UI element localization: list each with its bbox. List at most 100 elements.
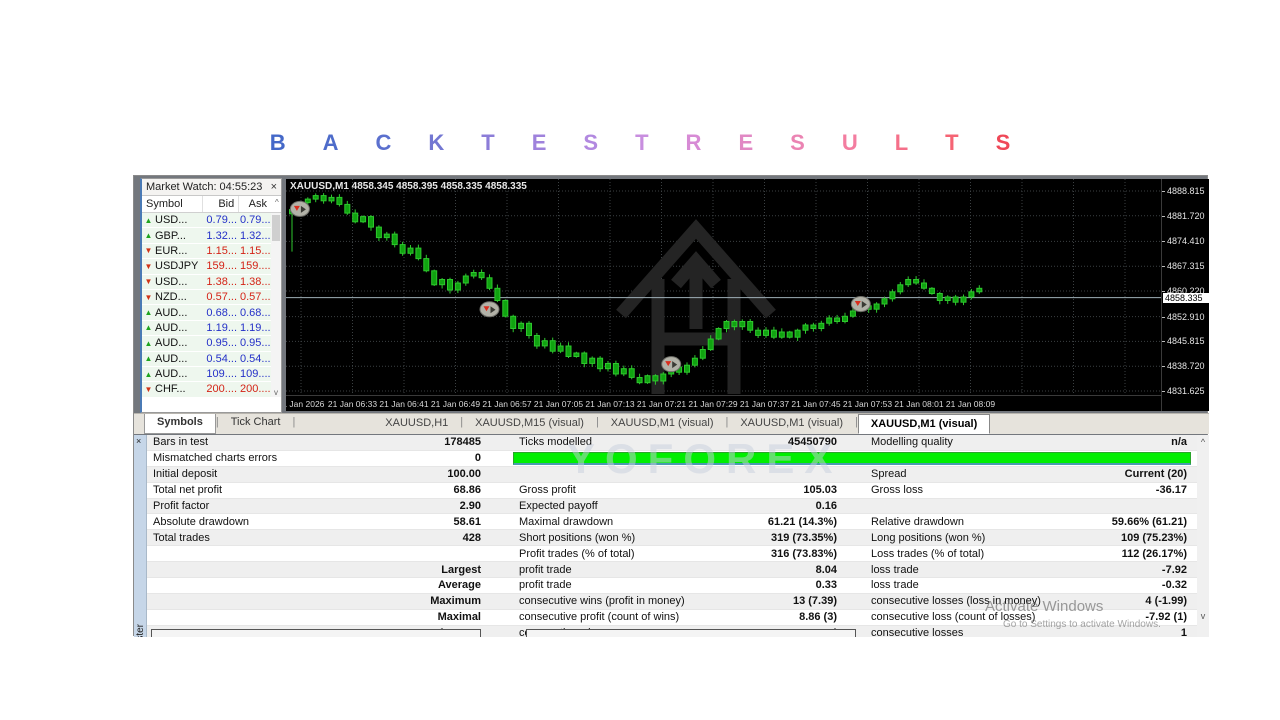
bid-cell: 1.15... — [206, 244, 237, 257]
report-row[interactable]: Largest profit trade 8.04 loss trade -7.92 — [147, 562, 1197, 579]
market-watch-row[interactable]: ▼ NZD... 0.57... 0.57... — [142, 289, 281, 306]
title-letter: T — [945, 130, 959, 155]
scroll-down-icon[interactable]: v — [1197, 611, 1209, 621]
report-value: 112 (26.17%) — [1121, 547, 1187, 560]
scrollbar-thumb[interactable] — [272, 215, 280, 241]
report-value: 0 — [474, 452, 481, 465]
down-arrow-icon: ▼ — [144, 261, 153, 271]
up-arrow-icon: ▲ — [144, 231, 153, 241]
market-watch-row[interactable]: ▲ AUD... 0.68... 0.68... — [142, 305, 281, 321]
report-row[interactable]: Maximal consecutive profit (count of wins… — [147, 610, 1197, 626]
scroll-up-icon[interactable]: ^ — [1197, 437, 1209, 447]
market-watch-row[interactable]: ▲ AUD... 1.19... 1.19... — [142, 320, 281, 337]
report-row[interactable]: Initial deposit 100.00 Spread Current (20) — [147, 466, 1197, 483]
report-label: consecutive profit (count of wins) — [519, 611, 680, 624]
ask-cell: 1.32... — [240, 229, 271, 242]
chart-tabs: XAUUSD,H1 | XAUUSD,M15 (visual) | XAUUSD,M1 … — [373, 414, 991, 434]
symbol-cell: CHF... — [155, 383, 186, 396]
report-value: 0.33 — [815, 579, 837, 592]
market-watch-tab-tick-chart[interactable]: Tick Chart — [219, 414, 293, 434]
market-watch-row[interactable]: ▲ USD... 0.79... 0.79... — [142, 213, 281, 229]
column-bid[interactable]: Bid — [203, 196, 240, 212]
time-axis-label: 21 Jan 07:45 — [791, 399, 841, 409]
up-arrow-icon: ▲ — [144, 338, 153, 348]
market-watch-row[interactable]: ▼ CHF... 200.... 200.... — [142, 382, 281, 397]
up-arrow-icon: ▲ — [144, 354, 153, 364]
market-watch-row[interactable]: ▼ USD... 1.38... 1.38... — [142, 274, 281, 290]
market-watch-row[interactable]: ▼ EUR... 1.15... 1.15... — [142, 243, 281, 260]
report-row[interactable]: Absolute drawdown 58.61 Maximal drawdown 61… — [147, 514, 1197, 531]
report-row[interactable]: Profit factor 2.90 Expected payoff 0.16 — [147, 498, 1197, 515]
chart-tab[interactable]: XAUUSD,M15 (visual) — [463, 414, 596, 434]
page-title: BACKTESTRESULTS — [0, 130, 1280, 156]
report-value: 100.00 — [447, 468, 481, 481]
report-row[interactable]: Average profit trade 0.33 loss trade -0.32 — [147, 578, 1197, 594]
report-label: loss trade — [871, 563, 919, 576]
title-letter: T — [635, 130, 649, 155]
market-watch-row[interactable]: ▲ AUD... 0.54... 0.54... — [142, 351, 281, 367]
report-label: Bars in test — [153, 436, 209, 449]
chart-tab[interactable]: XAUUSD,M1 (visual) — [857, 414, 991, 434]
tester-report-panel: × Tester Bars in test 178485 Ticks modelle… — [134, 435, 1209, 637]
column-ask[interactable]: Ask — [239, 196, 271, 212]
symbol-cell: NZD... — [155, 291, 187, 304]
time-axis[interactable]: 21 Jan 202621 Jan 06:3321 Jan 06:4121 Ja… — [286, 395, 1161, 411]
trade-marker-icon — [479, 301, 500, 318]
price-axis[interactable]: 4858.335 4888.815 4881.720 4874.410 4867.31… — [1161, 179, 1209, 411]
report-label: profit trade — [519, 579, 572, 592]
chart-tab[interactable]: XAUUSD,M1 (visual) — [728, 414, 855, 434]
report-row[interactable]: Profit trades (% of total) 316 (73.83%) Lo… — [147, 546, 1197, 563]
report-row[interactable]: Maximum consecutive wins (profit in money… — [147, 593, 1197, 610]
report-value: 61.21 (14.3%) — [767, 515, 837, 528]
title-letter: A — [322, 130, 339, 155]
report-row[interactable]: Mismatched charts errors 0 — [147, 451, 1197, 467]
market-watch-tab-symbols[interactable]: Symbols — [144, 414, 216, 434]
title-letter: C — [375, 130, 392, 155]
ask-cell: 0.54... — [240, 352, 271, 365]
bid-cell: 0.95... — [206, 337, 237, 350]
bid-cell: 0.68... — [206, 306, 237, 319]
ask-cell: 0.79... — [240, 214, 271, 227]
scroll-up-icon[interactable]: ^ — [271, 196, 281, 212]
symbol-cell: AUD... — [155, 306, 188, 319]
close-icon[interactable]: × — [136, 436, 141, 446]
price-tick — [1162, 366, 1165, 368]
report-label: Total net profit — [153, 484, 223, 497]
title-letter: S — [995, 130, 1011, 155]
symbol-cell: USD... — [155, 214, 188, 227]
column-symbol[interactable]: Symbol — [142, 196, 204, 212]
time-axis-label: 21 Jan 2026 — [286, 399, 325, 409]
ask-cell: 0.95... — [240, 337, 271, 350]
chart-tab[interactable]: XAUUSD,M1 (visual) — [599, 414, 726, 434]
time-axis-label: 21 Jan 07:13 — [585, 399, 635, 409]
report-label: Relative drawdown — [871, 515, 964, 528]
market-watch-row[interactable]: ▲ AUD... 0.95... 0.95... — [142, 336, 281, 352]
market-watch-row[interactable]: ▲ AUD... 109.... 109.... — [142, 366, 281, 383]
close-icon[interactable]: × — [271, 182, 277, 193]
report-value: 0.16 — [815, 500, 837, 512]
report-scrollbar[interactable]: ^ v — [1197, 435, 1209, 637]
market-watch-row[interactable]: ▼ USDJPY 159.... 159.... — [142, 259, 281, 275]
symbol-cell: AUD... — [155, 337, 188, 350]
report-row[interactable]: Total trades 428 Short positions (won %) 31… — [147, 530, 1197, 547]
market-watch-scrollbar[interactable]: v — [271, 213, 281, 397]
report-row[interactable]: Bars in test 178485 Ticks modelled 45450790… — [147, 435, 1197, 451]
time-axis-label: 21 Jan 06:41 — [379, 399, 429, 409]
report-label: Spread — [871, 468, 907, 481]
time-axis-label: 21 Jan 08:09 — [945, 399, 996, 409]
bid-cell: 0.57... — [206, 291, 237, 304]
report-value: Average — [437, 579, 481, 592]
modelling-quality-bar — [513, 451, 1191, 465]
title-letter: E — [738, 130, 754, 155]
report-value: Current (20) — [1124, 468, 1187, 481]
chart-tab[interactable]: XAUUSD,H1 — [373, 414, 460, 434]
report-value: -36.17 — [1155, 484, 1187, 497]
market-watch-row[interactable]: ▲ GBP... 1.32... 1.32... — [142, 228, 281, 244]
scroll-down-icon[interactable]: v — [271, 388, 281, 397]
report-row[interactable]: Total net profit 68.86 Gross profit 105.03 G… — [147, 483, 1197, 499]
symbol-cell: USDJPY — [155, 260, 199, 273]
report-label: Long positions (won %) — [871, 531, 986, 544]
candlestick-chart-canvas[interactable] — [286, 179, 1161, 395]
price-axis-label: 4888.815 — [1167, 186, 1205, 196]
price-chart[interactable]: XAUUSD,M1 4858.345 4858.395 4858.335 485… — [286, 179, 1161, 411]
